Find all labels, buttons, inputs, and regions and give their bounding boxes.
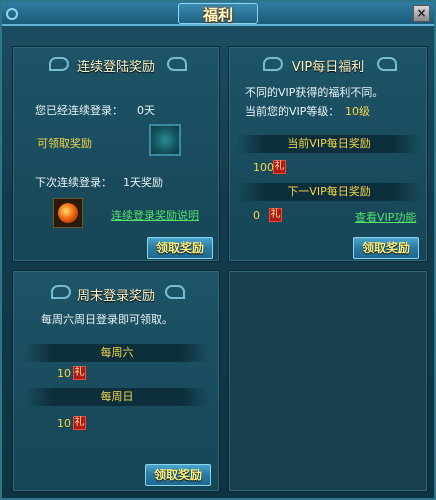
saturday-header: 每周六	[25, 344, 209, 362]
next-login-label: 下次连续登录：	[35, 176, 112, 189]
window-title: 福利	[202, 6, 233, 24]
login-panel-title: 连续登陆奖励	[76, 60, 155, 75]
login-reward-panel: 连续登陆奖励 您已经连续登录： 0天 可领取奖励 下次连续登录： 1天奖励 连续…	[12, 46, 220, 262]
cloud-swirl-icon	[377, 57, 397, 71]
vip-level-label: 当前您的VIP等级：	[245, 105, 340, 118]
login-claim-button[interactable]: 领取奖励	[147, 237, 213, 259]
title-bar[interactable]: 福利 ×	[2, 2, 434, 26]
weekend-desc: 每周六周日登录即可领取。	[41, 313, 173, 326]
login-days-value: 0天	[137, 104, 155, 117]
reward-item-slot[interactable]	[149, 124, 181, 156]
weekend-panel-title: 周末登录奖励	[76, 289, 155, 304]
welfare-window: 福利 × 连续登陆奖励 您已经连续登录： 0天 可领取奖励 下次连续登录： 1天…	[0, 0, 436, 500]
weekend-claim-button[interactable]: 领取奖励	[145, 464, 211, 486]
gift-icon: 礼	[269, 208, 282, 222]
vip-current-reward-header: 当前VIP每日奖励	[237, 135, 421, 153]
vip-current-amount: 100	[253, 161, 274, 174]
vip-daily-panel: VIP每日福利 不同的VIP获得的福利不同。 当前您的VIP等级： 10级 当前…	[228, 46, 428, 262]
view-vip-link[interactable]: 查看VIP功能	[355, 209, 416, 225]
cloud-swirl-icon	[165, 285, 185, 299]
vip-panel-title: VIP每日福利	[291, 60, 365, 75]
claimable-reward-label: 可领取奖励	[37, 137, 92, 150]
next-reward-item-icon[interactable]	[53, 198, 83, 228]
sunday-header: 每周日	[25, 388, 209, 406]
vip-next-reward-header: 下一VIP每日奖励	[237, 183, 421, 201]
cloud-swirl-icon	[167, 57, 187, 71]
vip-next-amount: 0	[253, 209, 260, 222]
close-icon: ×	[416, 6, 427, 20]
gift-icon: 礼	[273, 160, 286, 174]
close-button[interactable]: ×	[413, 5, 430, 22]
weekend-reward-panel: 周末登录奖励 每周六周日登录即可领取。 每周六 10 礼 每周日 10 礼 领取…	[12, 270, 220, 492]
next-login-value: 1天奖励	[123, 176, 163, 189]
empty-panel	[228, 270, 428, 492]
vip-level-value: 10级	[345, 105, 370, 118]
vip-desc-line1: 不同的VIP获得的福利不同。	[245, 86, 384, 99]
login-days-label: 您已经连续登录：	[35, 104, 123, 117]
gift-icon: 礼	[73, 416, 86, 430]
gift-icon: 礼	[73, 366, 86, 380]
sunday-amount: 10	[57, 417, 71, 430]
login-rules-link[interactable]: 连续登录奖励说明	[111, 207, 199, 223]
saturday-amount: 10	[57, 367, 71, 380]
vip-claim-button[interactable]: 领取奖励	[353, 237, 419, 259]
